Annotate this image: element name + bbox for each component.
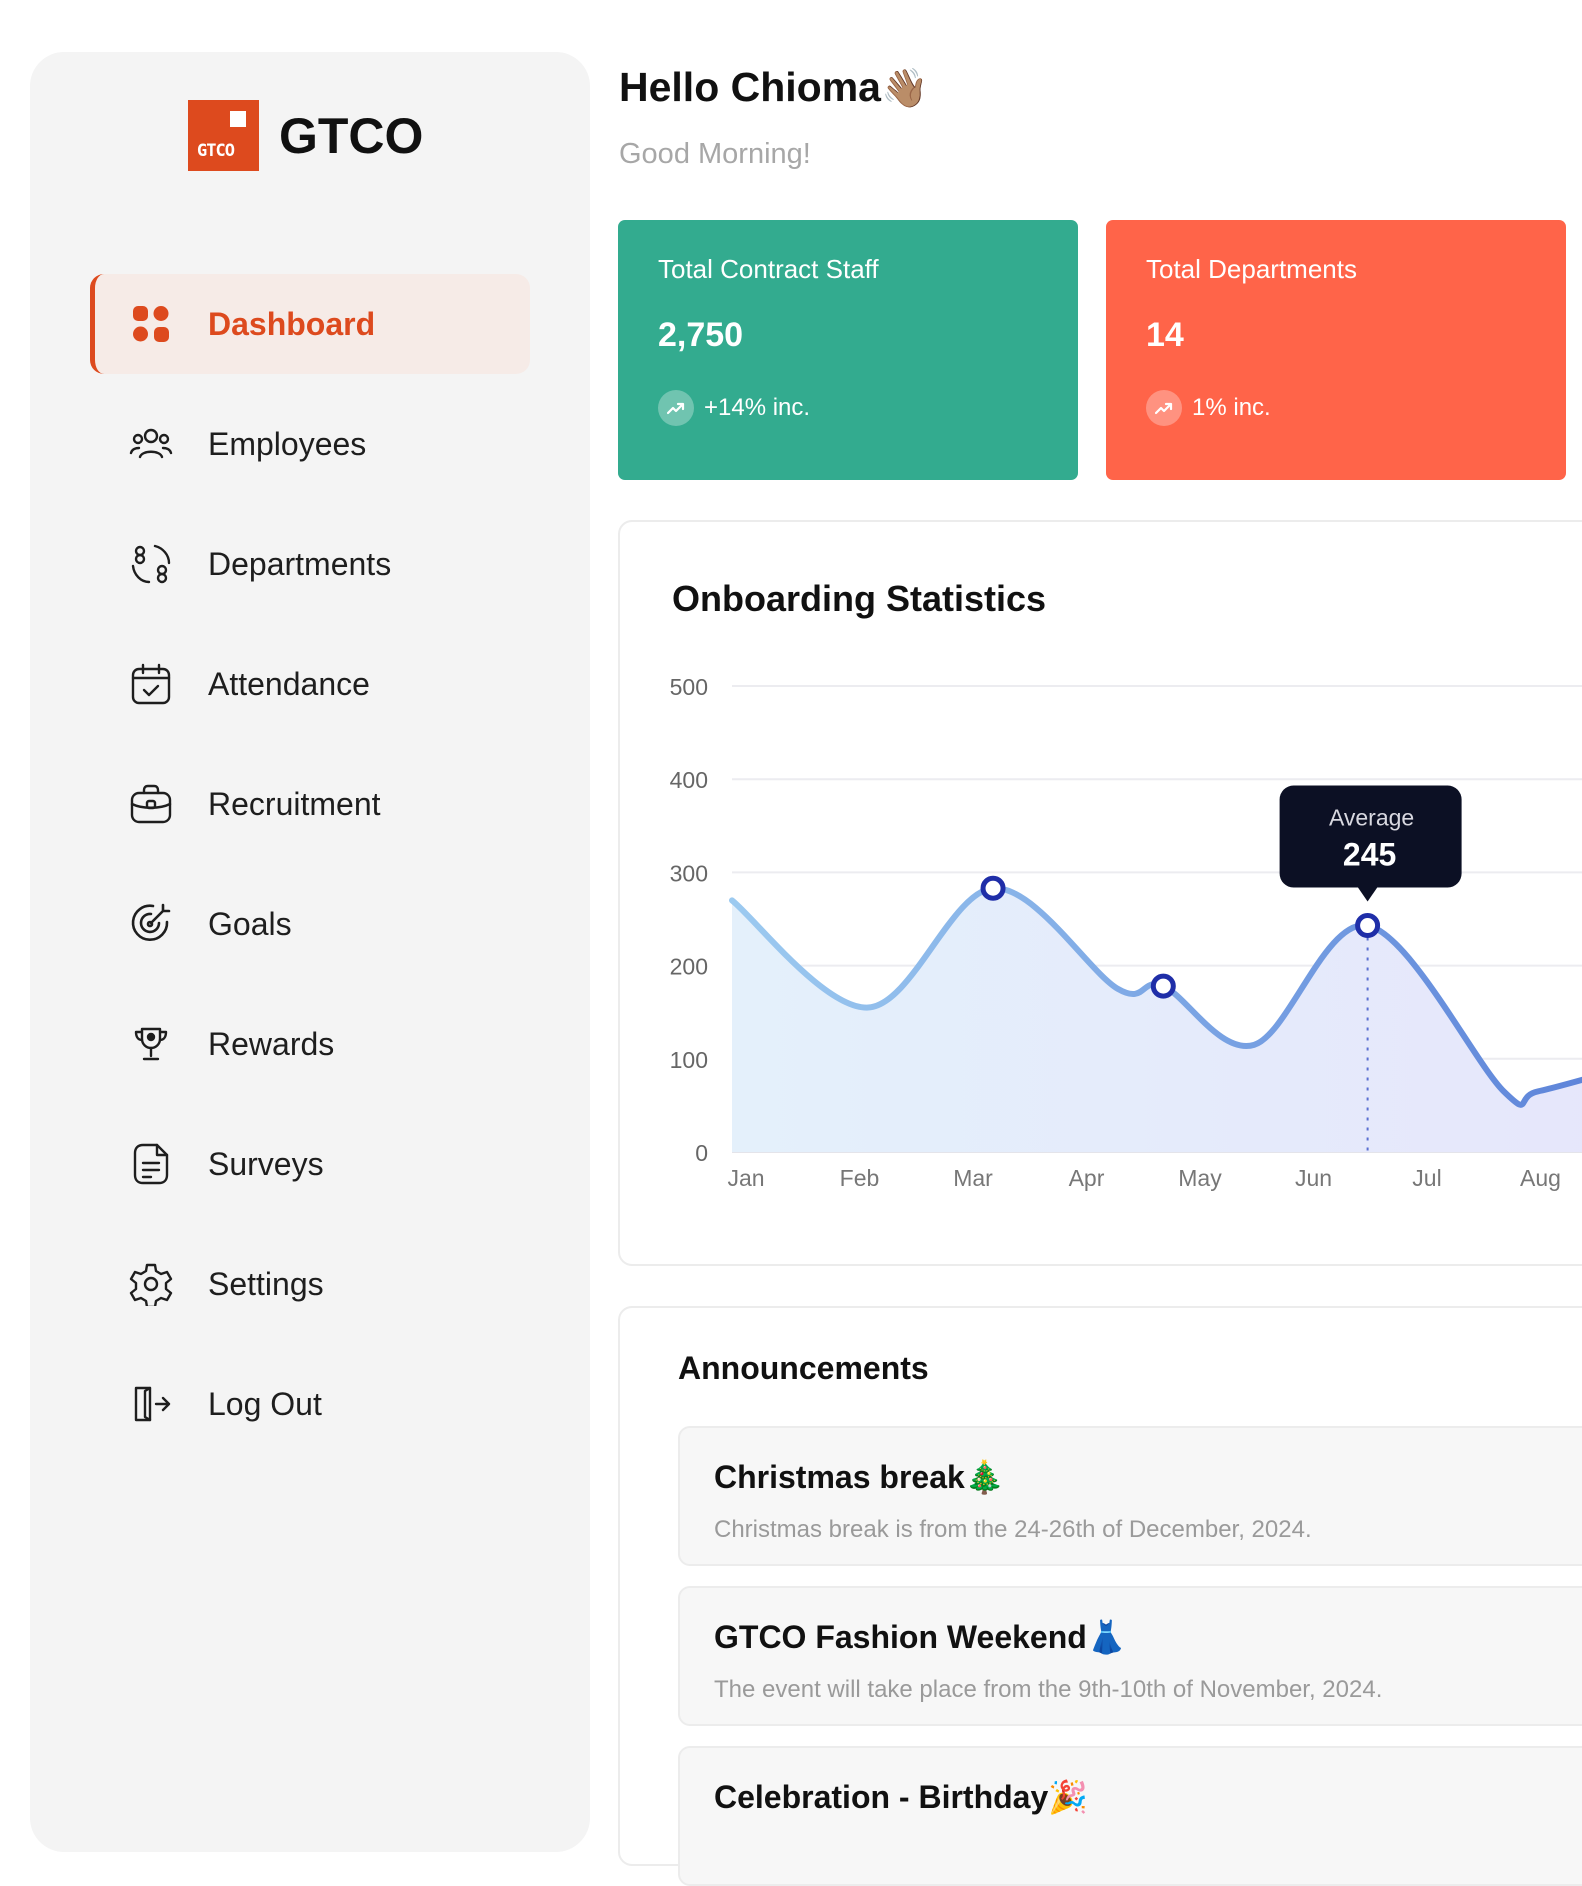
hello-text: Hello Chioma [619, 64, 881, 110]
sidebar-item-logout[interactable]: Log Out [90, 1354, 530, 1454]
calendar-check-icon [128, 661, 174, 707]
y-tick-label: 0 [695, 1140, 708, 1166]
sidebar-item-label: Dashboard [208, 305, 376, 342]
stat-trend-text: 1% inc. [1192, 394, 1271, 421]
onboarding-chart: 0 100 200 300 400 500 Jan Feb Mar Apr May Jun Jul Au… [670, 674, 1582, 1191]
announcement-title-text: GTCO Fashion Weekend [714, 1619, 1087, 1655]
sidebar-item-recruitment[interactable]: Recruitment [90, 754, 530, 854]
stat-title: Total Contract Staff [658, 254, 879, 284]
gtco-logo-mark: GTCO [188, 100, 259, 171]
sidebar-item-settings[interactable]: Settings [90, 1234, 530, 1334]
x-tick-label: Apr [1069, 1165, 1105, 1191]
sidebar-item-label: Goals [208, 905, 292, 942]
announcement-title: Christmas break🎄 [714, 1458, 1005, 1496]
stat-value: 14 [1146, 316, 1184, 354]
gear-icon [128, 1261, 174, 1307]
x-tick-label: Jul [1412, 1165, 1441, 1191]
announcement-title-text: Celebration - Birthday [714, 1779, 1049, 1815]
data-point-marker[interactable] [1150, 973, 1176, 999]
tooltip-label: Average [1329, 805, 1414, 831]
sidebar-item-label: Surveys [208, 1145, 324, 1182]
y-tick-label: 300 [670, 860, 708, 886]
stat-card-departments[interactable]: Total Departments 14 1% inc. [1106, 220, 1566, 480]
sidebar-item-departments[interactable]: Departments [90, 514, 530, 614]
x-tick-label: Mar [953, 1165, 993, 1191]
x-tick-label: Feb [840, 1165, 880, 1191]
data-point-marker[interactable] [980, 875, 1006, 901]
trend-up-icon [658, 390, 694, 426]
y-tick-label: 100 [670, 1047, 708, 1073]
tooltip-value: 245 [1343, 837, 1396, 873]
brand-name: GTCO [279, 107, 424, 164]
announcement-title: GTCO Fashion Weekend👗 [714, 1618, 1127, 1656]
dress-emoji-icon: 👗 [1086, 1619, 1127, 1655]
party-popper-emoji-icon: 🎉 [1048, 1779, 1089, 1815]
briefcase-icon [128, 781, 174, 827]
data-point-marker[interactable] [1355, 913, 1381, 939]
announcements-title: Announcements [678, 1350, 929, 1386]
trend-up-icon [1146, 390, 1182, 426]
sidebar-item-label: Recruitment [208, 785, 381, 822]
sidebar-item-label: Attendance [208, 665, 370, 702]
x-tick-label: Jan [727, 1165, 764, 1191]
sidebar: GTCO GTCO Dashboard Employees Department… [30, 52, 590, 1852]
document-icon [128, 1141, 174, 1187]
target-icon [128, 901, 174, 947]
announcement-desc: Christmas break is from the 24-26th of D… [714, 1516, 1312, 1543]
sidebar-item-label: Settings [208, 1265, 324, 1302]
users-icon [128, 421, 174, 467]
announcement-item[interactable]: Christmas break🎄 Christmas break is from… [678, 1426, 1582, 1566]
y-tick-label: 200 [670, 954, 708, 980]
sidebar-item-surveys[interactable]: Surveys [90, 1114, 530, 1214]
announcement-title: Celebration - Birthday🎉 [714, 1778, 1088, 1816]
brand-logo[interactable]: GTCO GTCO [188, 100, 423, 171]
trophy-icon [128, 1021, 174, 1067]
sidebar-item-label: Employees [208, 425, 367, 462]
logout-icon [128, 1381, 174, 1427]
sidebar-item-dashboard[interactable]: Dashboard [90, 274, 530, 374]
sidebar-item-employees[interactable]: Employees [90, 394, 530, 494]
onboarding-chart-panel: Onboarding Statistics 0 100 200 300 400 500 J… [618, 520, 1582, 1266]
announcement-item[interactable]: GTCO Fashion Weekend👗 The event will tak… [678, 1586, 1582, 1726]
wave-emoji-icon: 👋🏽 [880, 68, 929, 110]
sidebar-item-goals[interactable]: Goals [90, 874, 530, 974]
page-title: Hello Chioma👋🏽 [619, 64, 928, 111]
sidebar-item-label: Rewards [208, 1025, 335, 1062]
christmas-tree-emoji-icon: 🎄 [964, 1459, 1005, 1495]
stat-value: 2,750 [658, 316, 744, 354]
stat-trend: +14% inc. [658, 390, 810, 426]
sidebar-item-attendance[interactable]: Attendance [90, 634, 530, 734]
y-tick-label: 400 [670, 767, 708, 793]
x-tick-label: Jun [1295, 1165, 1332, 1191]
announcement-title-text: Christmas break [714, 1459, 965, 1495]
stat-trend: 1% inc. [1146, 390, 1271, 426]
chart-tooltip: Average 245 [1279, 785, 1462, 902]
announcement-item[interactable]: Celebration - Birthday🎉 [678, 1746, 1582, 1886]
y-tick-label: 500 [670, 674, 708, 700]
announcement-desc: The event will take place from the 9th-1… [714, 1676, 1383, 1703]
stat-trend-text: +14% inc. [704, 394, 811, 421]
announcements-panel: Announcements Christmas break🎄 Christmas… [618, 1306, 1582, 1886]
departments-icon [128, 541, 174, 587]
sidebar-item-label: Departments [208, 545, 392, 582]
sidebar-item-rewards[interactable]: Rewards [90, 994, 530, 1094]
stat-title: Total Departments [1146, 254, 1357, 284]
stat-card-contract-staff[interactable]: Total Contract Staff 2,750 +14% inc. [618, 220, 1078, 480]
x-tick-label: May [1178, 1165, 1222, 1191]
sidebar-item-label: Log Out [208, 1385, 322, 1422]
x-tick-label: Aug [1520, 1165, 1561, 1191]
greeting-text: Good Morning! [619, 138, 811, 170]
dashboard-grid-icon [128, 301, 174, 347]
